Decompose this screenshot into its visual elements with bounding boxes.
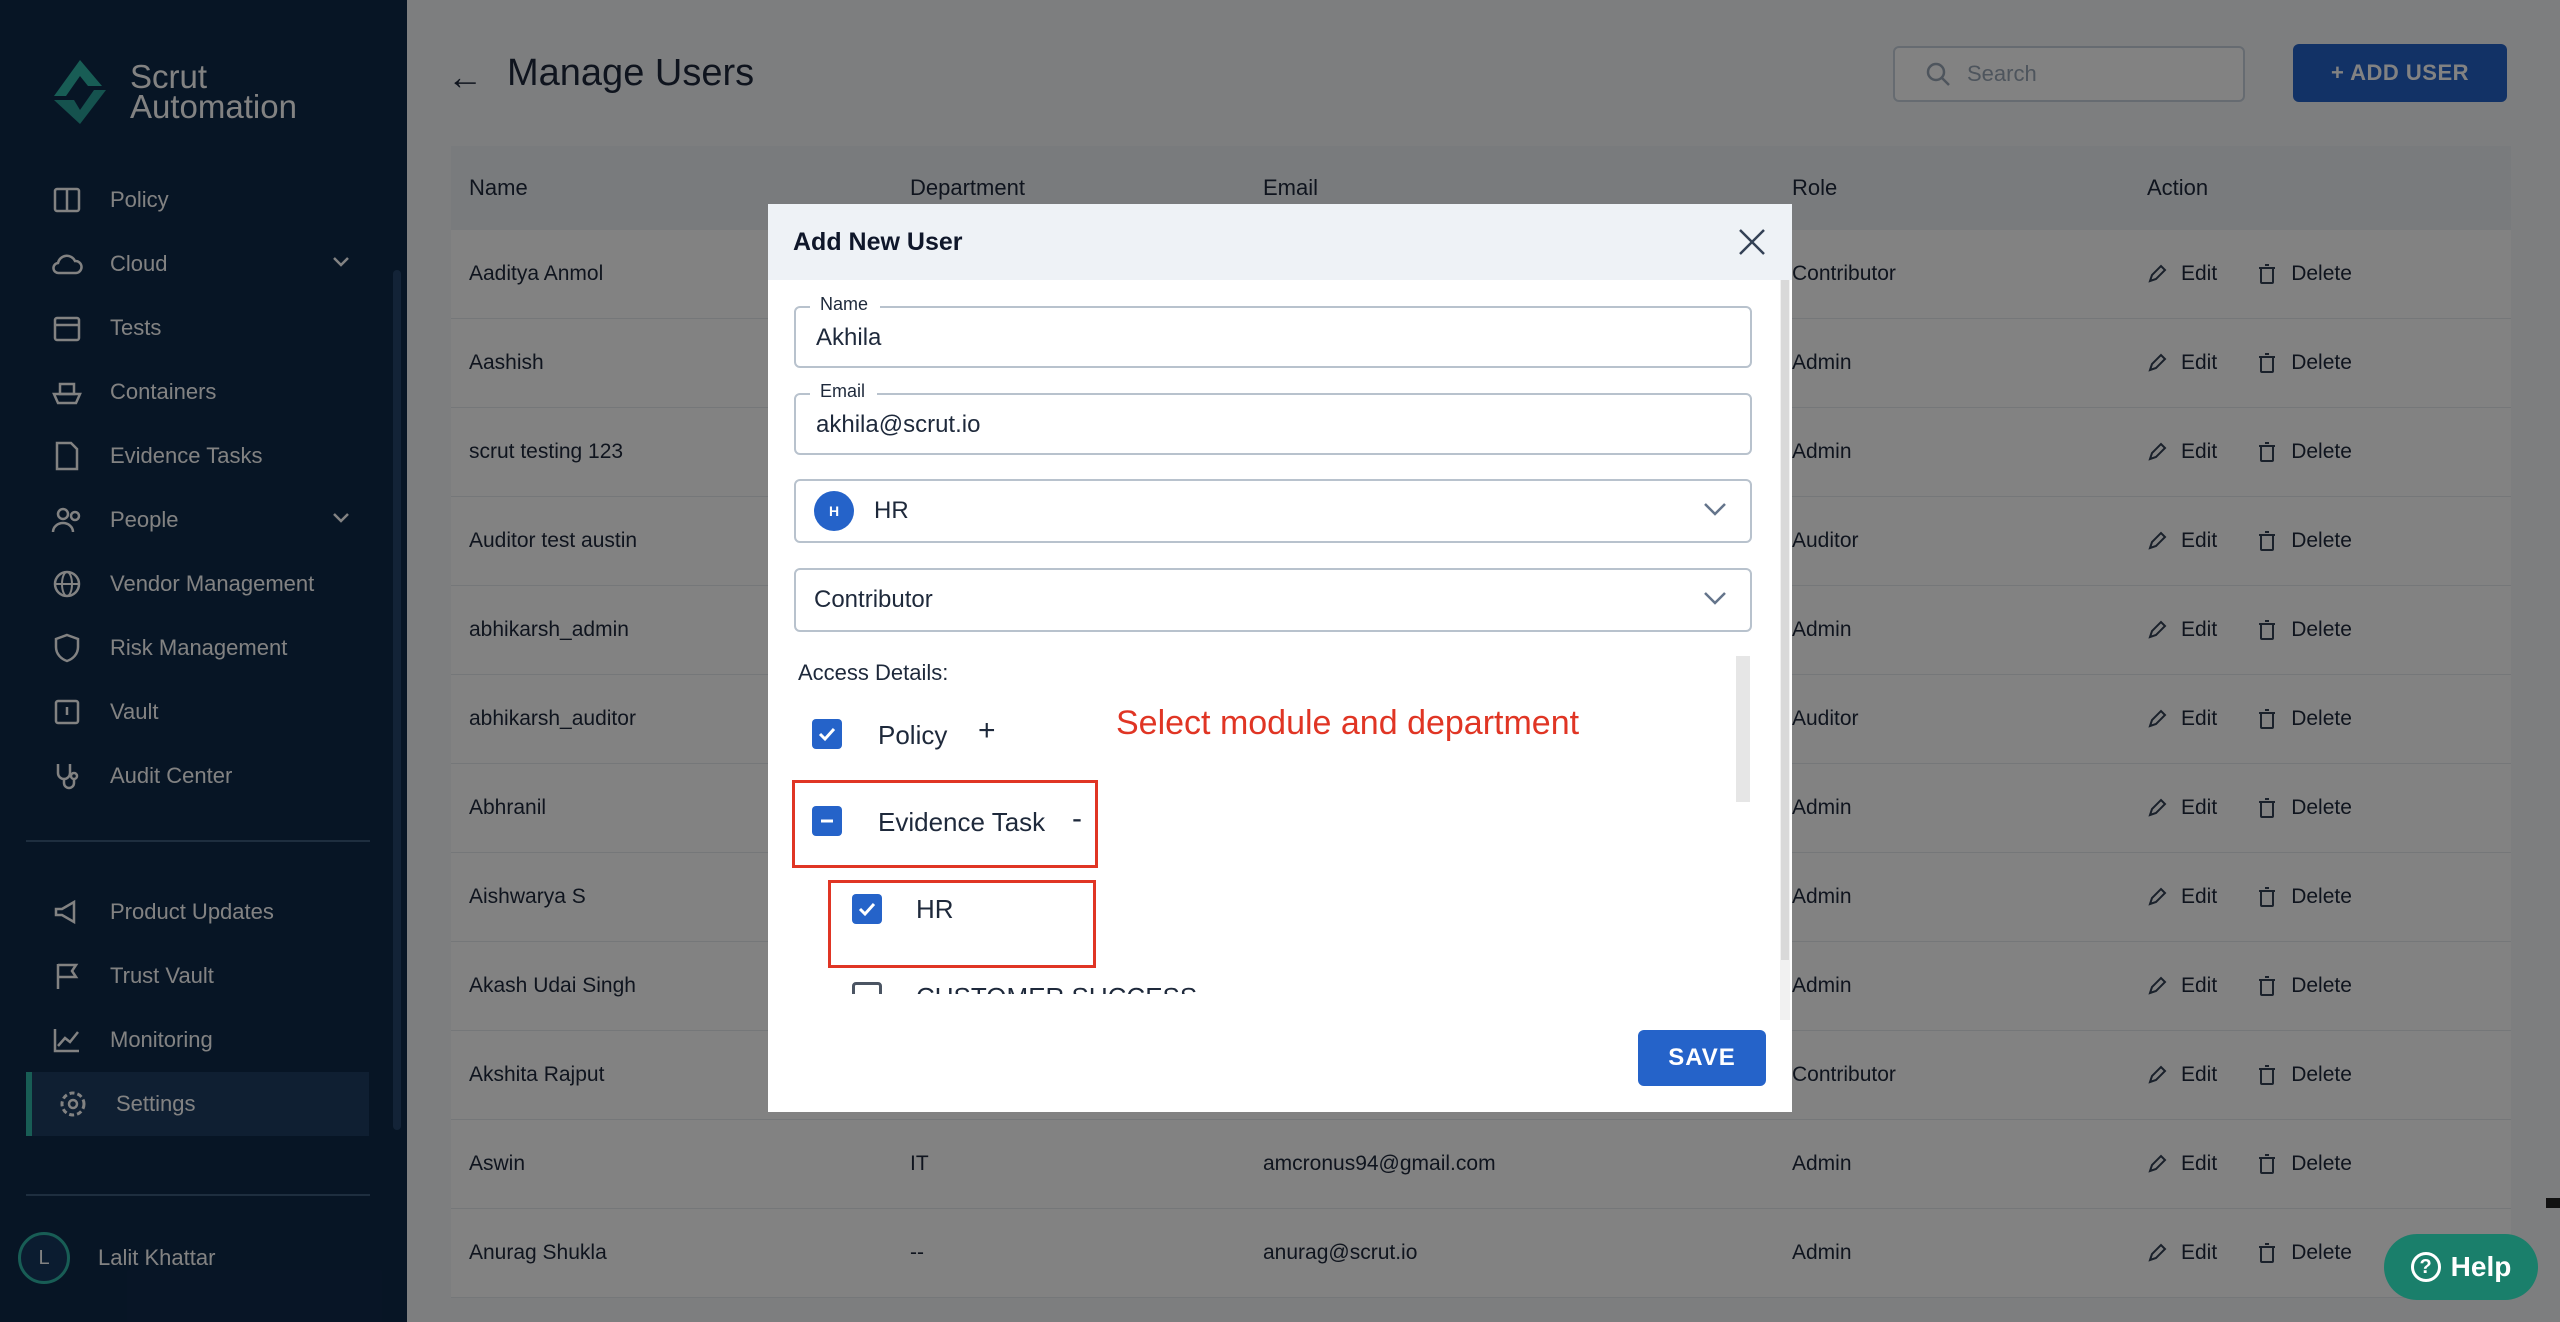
chevron-down-icon bbox=[1704, 503, 1726, 516]
evidence-task-label: Evidence Task bbox=[878, 807, 1046, 837]
close-icon bbox=[1739, 229, 1765, 255]
dialog-header: Add New User bbox=[768, 204, 1792, 280]
access-details-label: Access Details: bbox=[798, 660, 949, 685]
department-badge: H bbox=[814, 491, 854, 531]
help-button[interactable]: ? Help bbox=[2384, 1234, 2538, 1300]
email-field-label: Email bbox=[810, 381, 878, 402]
customer-success-checkbox[interactable] bbox=[852, 982, 882, 994]
name-field-label: Name bbox=[810, 294, 881, 315]
evidence-task-collapse-toggle[interactable]: - bbox=[1072, 802, 1082, 836]
policy-expand-toggle[interactable]: + bbox=[978, 714, 996, 748]
minus-icon bbox=[821, 819, 833, 823]
hr-checkbox[interactable] bbox=[852, 894, 882, 924]
role-value: Contributor bbox=[814, 586, 933, 613]
email-field[interactable]: Email akhila@scrut.io bbox=[794, 381, 1752, 455]
department-select[interactable]: H HR bbox=[794, 479, 1752, 543]
dialog-title: Add New User bbox=[793, 227, 963, 256]
access-list-clip: CUSTOMER SUCCESS bbox=[768, 964, 1728, 994]
dialog-scrollbar[interactable] bbox=[1780, 280, 1790, 1020]
access-scrollbar[interactable] bbox=[1736, 656, 1750, 802]
role-select[interactable]: Contributor bbox=[794, 568, 1752, 632]
help-label: Help bbox=[2450, 1251, 2512, 1282]
annotation-text: Select module and department bbox=[1116, 704, 1580, 742]
check-icon bbox=[858, 902, 876, 917]
policy-checkbox[interactable] bbox=[812, 719, 842, 749]
chevron-down-icon bbox=[1704, 592, 1726, 605]
check-icon bbox=[818, 727, 836, 742]
close-button[interactable] bbox=[1732, 222, 1772, 262]
department-value: HR bbox=[874, 497, 909, 524]
help-icon: ? bbox=[2410, 1252, 2441, 1282]
name-field-value: Akhila bbox=[816, 324, 882, 351]
scrollbar-thumb[interactable] bbox=[1781, 280, 1789, 960]
customer-success-label: CUSTOMER SUCCESS bbox=[916, 982, 1197, 994]
save-button[interactable]: SAVE bbox=[1638, 1030, 1766, 1086]
name-field[interactable]: Name Akhila bbox=[794, 294, 1752, 368]
scroll-indicator bbox=[2546, 1198, 2560, 1208]
email-field-value: akhila@scrut.io bbox=[816, 411, 981, 438]
hr-label: HR bbox=[916, 894, 954, 924]
policy-label: Policy bbox=[878, 720, 948, 750]
evidence-task-checkbox[interactable] bbox=[812, 806, 842, 836]
add-user-dialog: Add New User Name Akhila Email akhila@sc… bbox=[768, 204, 2560, 1208]
